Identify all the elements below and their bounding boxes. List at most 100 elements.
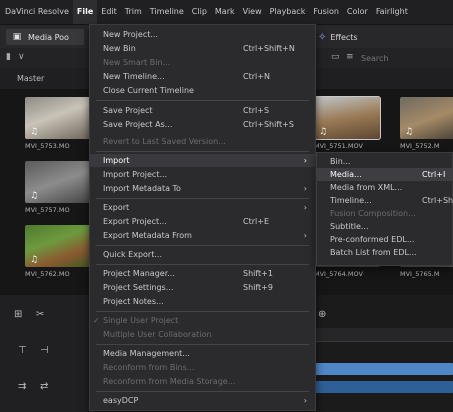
menu-item-media-management[interactable]: Media Management... [90,347,315,360]
submenu-item-timeline[interactable]: Timeline... Ctrl+Shi [317,194,453,207]
media-pool-toggle[interactable]: ▣ Media Poo [6,29,84,45]
menu-item-export[interactable]: Export › [90,201,315,214]
menu-item-project-settings[interactable]: Project Settings... Shift+9 [90,281,315,294]
menu-item-label: Revert to Last Saved Version... [103,137,226,146]
menu-separator [96,198,309,199]
effects-icon: ✧ [318,31,327,43]
menu-davinci-resolve[interactable]: DaVinci Resolve [0,0,73,24]
menu-separator [96,311,309,312]
audio-note-icon: ♫ [30,127,39,137]
menu-item-export-project[interactable]: Export Project... Ctrl+E [90,215,315,228]
submenu-item-bin[interactable]: Bin... [317,155,453,168]
menu-item-label: Quick Export... [103,250,162,259]
menu-item-close-timeline[interactable]: Close Current Timeline [90,84,315,97]
menu-timeline[interactable]: Timeline [146,0,188,24]
menu-file[interactable]: File [72,0,98,24]
append-clip-icon[interactable]: ⇉ [18,381,26,392]
submenu-item-preconformed-edl[interactable]: Pre-conformed EDL... [317,233,453,246]
menu-separator [96,100,309,101]
menu-item-new-project[interactable]: New Project... [90,28,315,41]
clip-image: ♫ [25,161,91,203]
snap-icon[interactable]: ⊕ [318,309,326,320]
clip-thumbnail[interactable]: ♫ MVI_5757.MO [25,161,91,214]
menu-item-project-manager[interactable]: Project Manager... Shift+1 [90,267,315,280]
menu-item-label: Close Current Timeline [103,86,194,95]
menu-item-label: Project Notes... [103,297,164,306]
clip-thumbnail[interactable]: ♫ MVI_5753.MO [25,97,91,150]
menu-item-project-notes[interactable]: Project Notes... [90,295,315,308]
submenu-item-media[interactable]: Media... Ctrl+I [317,168,453,181]
submenu-item-media-xml[interactable]: Media from XML... [317,181,453,194]
menu-item-label: Export Metadata From [103,231,192,240]
thumbnail-view-icon[interactable]: ▭ [331,52,340,62]
clip-name: MVI_5757.MO [25,206,70,214]
menu-item-save-project-as[interactable]: Save Project As... Ctrl+Shift+S [90,118,315,131]
overwrite-clip-icon[interactable]: ⊣ [40,345,49,356]
menu-shortcut: Ctrl+Shift+N [243,44,295,53]
menu-mark[interactable]: Mark [211,0,239,24]
menu-item-label: Single User Project [103,316,179,325]
menu-playback[interactable]: Playback [266,0,310,24]
menu-shortcut: Shift+9 [243,283,273,292]
clip-thumbnail[interactable]: ♫ MVI_5752.M [400,97,453,150]
clip-thumbnail[interactable]: ♫ MVI_5762.MO [25,225,91,278]
menu-item-save-project[interactable]: Save Project Ctrl+S [90,104,315,117]
menu-fairlight[interactable]: Fairlight [372,0,412,24]
menu-view[interactable]: View [239,0,266,24]
menu-item-label: Project Settings... [103,283,174,292]
blade-tool-icon[interactable]: ✂ [36,309,44,320]
audio-note-icon: ♫ [405,127,414,137]
submenu-item-subtitle[interactable]: Subtitle... [317,220,453,233]
menu-item-label: New Timeline... [103,72,165,81]
menu-item-import-metadata[interactable]: Import Metadata To › [90,182,315,195]
check-icon: ✓ [93,316,100,325]
submenu-item-batch-list[interactable]: Batch List from EDL... [317,246,453,259]
clip-name: MVI_5753.MO [25,142,70,150]
list-view-icon[interactable]: ≡ [346,52,354,62]
ripple-tool-icon[interactable]: ⊞ [14,309,22,320]
menu-item-easydcp[interactable]: easyDCP › [90,394,315,407]
menu-item-export-metadata[interactable]: Export Metadata From › [90,229,315,242]
menu-item-import[interactable]: Import › [90,154,315,167]
bin-label: Master [17,74,45,83]
clip-thumbnail[interactable]: ♫ MVI_5751.MOV [313,96,381,150]
effects-toggle[interactable]: ✧ Effects [318,29,358,45]
menu-item-label: Fusion Composition... [330,209,416,218]
menu-shortcut: Ctrl+I [422,170,446,179]
timeline-ruler [310,328,453,342]
menu-separator [96,391,309,392]
menu-bar: DaVinci Resolve File Edit Trim Timeline … [0,0,453,24]
submenu-arrow-icon: › [303,156,307,165]
menu-trim[interactable]: Trim [121,0,146,24]
audio-note-icon: ♫ [30,255,39,265]
menu-color[interactable]: Color [343,0,372,24]
menu-fusion[interactable]: Fusion [309,0,343,24]
file-menu-dropdown: New Project... New Bin Ctrl+Shift+N New S… [89,24,316,411]
menu-item-label: Media Management... [103,349,190,358]
menu-separator [96,344,309,345]
menu-item-label: Import [103,156,130,165]
menu-item-label: Media from XML... [330,183,403,192]
list-toggle-icon[interactable]: ▮ [6,52,11,62]
menu-item-multi-user: Multiple User Collaboration [90,328,315,341]
place-on-top-icon[interactable]: ⇄ [40,381,48,392]
menu-item-label: Export Project... [103,217,167,226]
chevron-down-icon[interactable]: ∨ [18,52,25,62]
menu-item-import-project[interactable]: Import Project... [90,168,315,181]
audio-track-clip[interactable] [310,381,453,393]
search-input[interactable] [361,51,451,65]
menu-item-label: Export [103,203,130,212]
insert-clip-icon[interactable]: ⊤ [18,345,27,356]
menu-edit[interactable]: Edit [97,0,121,24]
menu-item-quick-export[interactable]: Quick Export... [90,248,315,261]
menu-item-new-bin[interactable]: New Bin Ctrl+Shift+N [90,42,315,55]
menu-separator [96,151,309,152]
menu-item-label: Import Metadata To [103,184,181,193]
menu-item-label: Save Project As... [103,120,173,129]
menu-item-label: Bin... [330,157,351,166]
menu-item-label: Media... [330,170,362,179]
video-track-clip[interactable] [310,363,453,375]
menu-item-label: New Smart Bin... [103,58,171,67]
menu-clip[interactable]: Clip [188,0,211,24]
menu-item-new-timeline[interactable]: New Timeline... Ctrl+N [90,70,315,83]
